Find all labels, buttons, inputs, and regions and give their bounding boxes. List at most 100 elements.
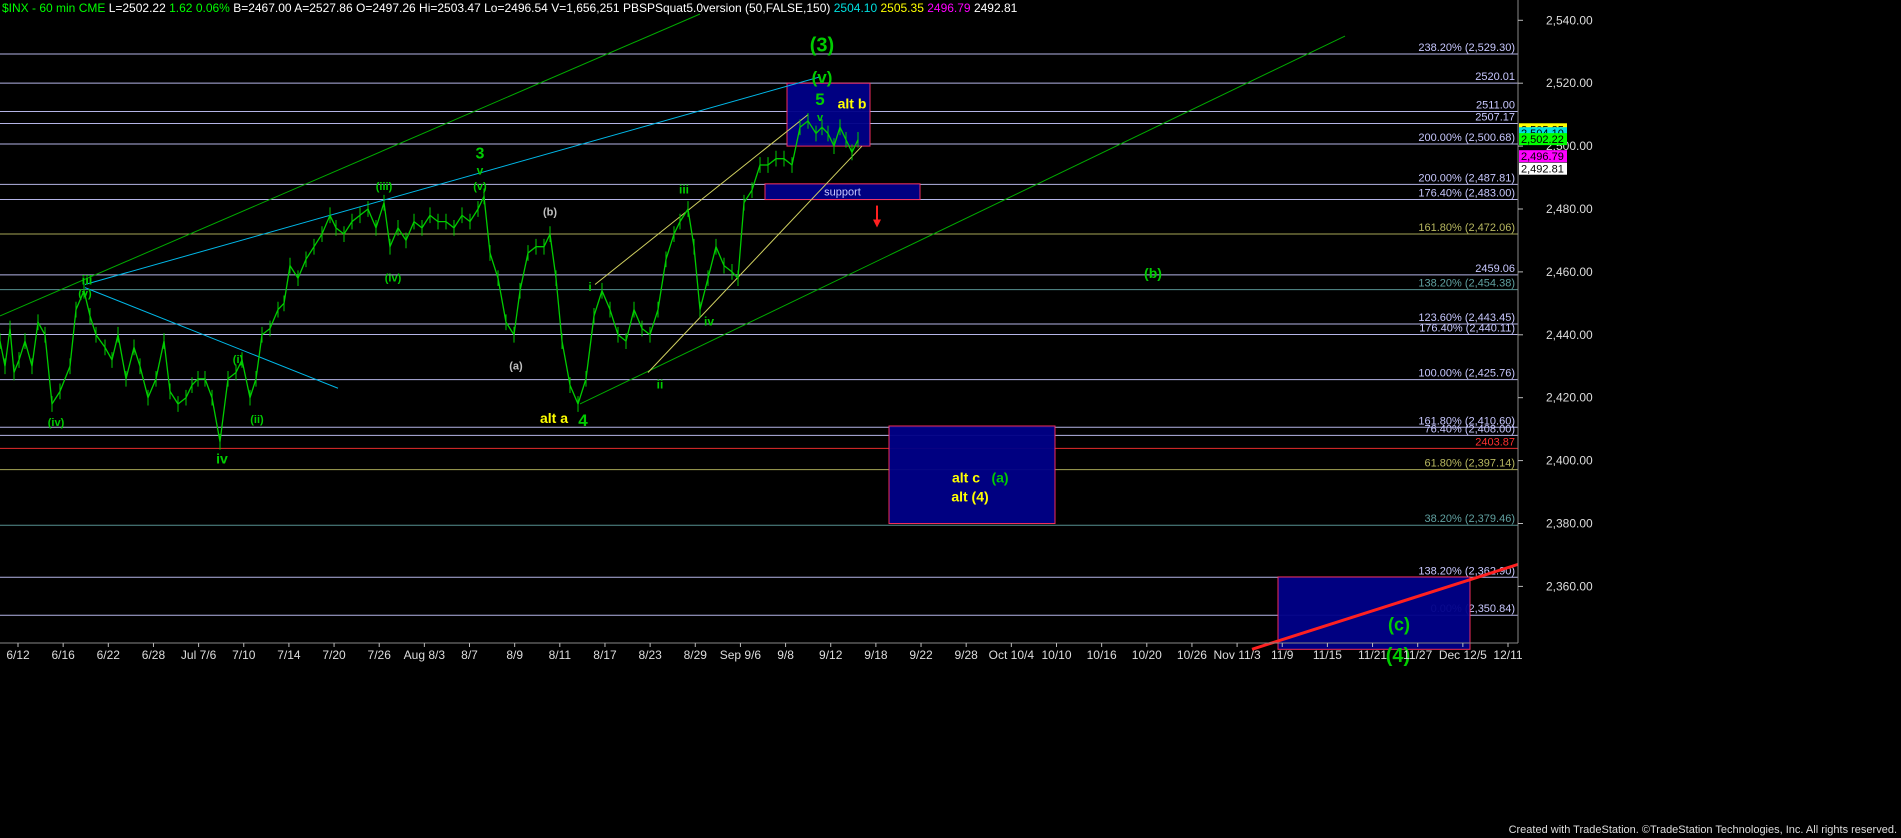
wave-label: (ii) — [250, 414, 264, 426]
wave-label: i — [588, 280, 591, 294]
wave-label: iii — [82, 272, 93, 287]
zone-label: support — [824, 187, 861, 199]
y-tick-label: 2,440.00 — [1546, 328, 1593, 342]
level-label: 176.40% (2,483.00) — [1418, 188, 1515, 200]
x-tick-label: Nov 11/3 — [1214, 648, 1261, 662]
x-tick-label: 11/27 — [1403, 648, 1432, 662]
indicator-name: PBSPSquat5.0version (50,FALSE,150) — [622, 1, 831, 15]
wave-label: (iv) — [48, 417, 65, 429]
wave-label: (i) — [233, 354, 244, 366]
last-value: L=2502.22 — [108, 1, 166, 15]
wave-label: v — [477, 163, 484, 177]
y-tick-label: 2,460.00 — [1546, 265, 1593, 279]
x-tick-label: 7/26 — [368, 648, 392, 662]
x-tick-label: 7/10 — [232, 648, 256, 662]
level-label: 200.00% (2,487.81) — [1418, 172, 1515, 184]
indicator-value-1: 2504.10 — [833, 1, 878, 15]
x-tick-label: 11/21 — [1358, 648, 1387, 662]
x-tick-label: 9/22 — [909, 648, 933, 662]
x-tick-label: 10/26 — [1177, 648, 1207, 662]
y-tick-label: 2,380.00 — [1546, 516, 1593, 530]
wave-label: (a) — [991, 470, 1008, 486]
level-label: 2507.17 — [1475, 112, 1515, 124]
x-tick-label: 9/8 — [777, 648, 794, 662]
wave-label: 5 — [815, 90, 824, 109]
x-tick-label: 11/15 — [1313, 648, 1342, 662]
wave-label: iii — [679, 182, 689, 196]
level-label: 2459.06 — [1475, 263, 1515, 275]
wave-label: iv — [216, 451, 228, 467]
level-label: 161.80% (2,472.06) — [1418, 222, 1515, 234]
high-value: Hi=2503.47 — [419, 1, 481, 15]
chart-background — [0, 0, 1901, 838]
wave-label: (a) — [509, 360, 523, 372]
x-tick-label: 9/18 — [864, 648, 888, 662]
x-tick-label: 8/29 — [684, 648, 708, 662]
x-tick-label: 7/14 — [277, 648, 301, 662]
wave-label: v — [817, 112, 824, 124]
level-label: 238.20% (2,529.30) — [1418, 42, 1515, 54]
level-label: 76.40% (2,408.00) — [1424, 423, 1515, 435]
wave-label: alt (4) — [951, 488, 988, 504]
price-tag-label: 2,496.79 — [1521, 151, 1564, 163]
indicator-value-3: 2496.79 — [927, 1, 971, 15]
y-tick-label: 2,400.00 — [1546, 454, 1593, 468]
x-tick-label: 7/20 — [322, 648, 346, 662]
x-tick-label: 11/9 — [1271, 648, 1294, 662]
wave-label: 4 — [578, 411, 588, 430]
symbol-label: $INX - 60 min CME — [2, 1, 106, 15]
level-label: 176.40% (2,440.11) — [1419, 322, 1515, 334]
footer-credit: Created with TradeStation. ©TradeStation… — [1508, 824, 1897, 836]
open-value: O=2497.26 — [355, 1, 416, 15]
x-tick-label: 8/7 — [461, 648, 478, 662]
price-chart[interactable]: 238.20% (2,529.30) 2520.01 2511.002507.17 2… — [0, 0, 1901, 838]
change-pct-value: 0.06% — [195, 1, 230, 15]
change-value: 1.62 — [169, 1, 193, 15]
bid-value: B=2467.00 — [233, 1, 292, 15]
y-tick-label: 2,480.00 — [1546, 202, 1593, 216]
wave-label: (iii) — [376, 181, 393, 193]
y-tick-label: 2,520.00 — [1546, 76, 1593, 90]
low-value: Lo=2496.54 — [484, 1, 548, 15]
x-tick-label: 10/16 — [1087, 648, 1117, 662]
x-tick-label: 8/11 — [549, 648, 572, 662]
level-label: 2511.00 — [1476, 99, 1515, 111]
x-tick-label: 8/17 — [593, 648, 617, 662]
price-tag-label: 2,502.22 — [1521, 134, 1564, 146]
x-tick-label: Aug 8/3 — [404, 648, 446, 662]
level-label: 100.00% (2,425.76) — [1418, 368, 1515, 380]
x-tick-label: 6/22 — [97, 648, 121, 662]
level-label: 138.20% (2,454.38) — [1418, 278, 1515, 290]
wave-label: (b) — [1144, 265, 1162, 281]
wave-label: (3) — [810, 35, 834, 57]
level-label: 200.00% (2,500.68) — [1418, 132, 1515, 144]
x-tick-label: 10/20 — [1132, 648, 1162, 662]
level-label: 61.80% (2,397.14) — [1424, 458, 1515, 470]
wave-label: alt a — [540, 410, 568, 426]
wave-label: (v) — [473, 181, 487, 193]
x-tick-label: Dec 12/5 — [1439, 648, 1487, 662]
y-tick-label: 2,360.00 — [1546, 579, 1593, 593]
volume-value: V=1,656,251 — [551, 1, 620, 15]
y-tick-label: 2,420.00 — [1546, 391, 1593, 405]
wave-label: iv — [704, 314, 714, 328]
x-tick-label: 9/12 — [819, 648, 843, 662]
x-tick-label: 6/16 — [51, 648, 75, 662]
x-tick-label: 6/28 — [142, 648, 166, 662]
price-tag-label: 2,492.81 — [1521, 164, 1564, 176]
wave-label: alt b — [838, 95, 867, 111]
level-label: 2520.01 — [1475, 71, 1515, 83]
wave-label: (c) — [1388, 614, 1410, 634]
wave-label: (v) — [812, 68, 833, 87]
x-tick-label: 9/28 — [955, 648, 979, 662]
x-tick-label: 8/9 — [506, 648, 523, 662]
x-tick-label: 6/12 — [6, 648, 30, 662]
x-tick-label: 8/23 — [638, 648, 662, 662]
wave-label: (v) — [78, 288, 92, 300]
wave-label: 3 — [476, 146, 485, 163]
indicator-value-4: 2492.81 — [973, 1, 1018, 15]
level-label: 38.20% (2,379.46) — [1424, 513, 1515, 525]
wave-label: alt c — [952, 470, 980, 486]
chart-header: $INX - 60 min CME L=2502.22 1.62 0.06% B… — [2, 1, 1017, 15]
indicator-value-2: 2505.35 — [880, 1, 924, 15]
